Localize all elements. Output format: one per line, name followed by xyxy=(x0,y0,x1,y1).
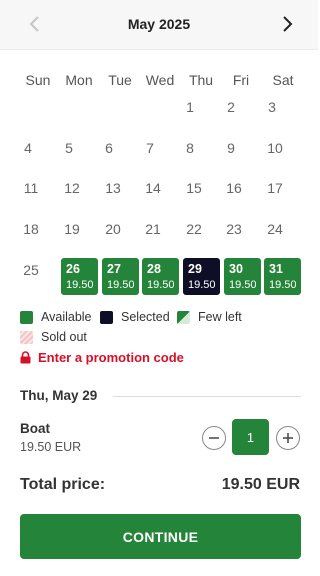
calendar-day: 3 xyxy=(268,99,276,115)
calendar-day: 15 xyxy=(186,180,202,196)
plus-icon xyxy=(283,433,293,443)
decrease-quantity-button[interactable] xyxy=(202,426,226,450)
legend-label: Few left xyxy=(198,310,242,324)
calendar-day: 4 xyxy=(24,140,32,156)
legend-selected: Selected xyxy=(100,310,170,324)
calendar-day-available[interactable]: 27 19.50 xyxy=(102,258,139,295)
calendar-day: 20 xyxy=(105,221,121,237)
total-price-label: Total price: xyxy=(20,476,106,493)
weekday-label: Wed xyxy=(145,72,175,88)
total-price-value: 19.50 EUR xyxy=(221,476,300,493)
minus-icon xyxy=(209,437,219,439)
legend-label: Available xyxy=(41,310,92,324)
calendar-day: 2 xyxy=(227,99,235,115)
sold-out-swatch xyxy=(20,330,33,344)
day-number: 31 xyxy=(269,262,283,276)
legend-sold-out: Sold out xyxy=(20,330,87,344)
weekday-label: Fri xyxy=(232,72,250,88)
promotion-code-link[interactable]: Enter a promotion code xyxy=(20,350,184,365)
weekday-label: Thu xyxy=(188,72,214,88)
calendar-day: 19 xyxy=(64,221,80,237)
selected-swatch xyxy=(100,310,113,324)
day-number: 28 xyxy=(147,262,161,276)
calendar-day: 5 xyxy=(65,140,73,156)
calendar-day-available[interactable]: 26 19.50 xyxy=(61,258,98,295)
calendar-day: 25 xyxy=(23,262,39,278)
weekday-label: Mon xyxy=(65,72,93,88)
ticket-price: 19.50 EUR xyxy=(20,440,82,454)
calendar-header: May 2025 xyxy=(0,0,318,50)
available-swatch xyxy=(20,310,33,324)
calendar-day: 18 xyxy=(23,221,39,237)
legend-available: Available xyxy=(20,310,92,324)
day-price: 19.50 xyxy=(188,279,216,291)
lock-icon xyxy=(20,351,31,364)
day-number: 29 xyxy=(188,262,202,276)
calendar-day: 6 xyxy=(105,140,113,156)
calendar-day: 23 xyxy=(226,221,242,237)
next-month-button[interactable] xyxy=(276,12,300,36)
day-number: 26 xyxy=(66,262,80,276)
chevron-right-icon xyxy=(283,16,293,32)
day-number: 27 xyxy=(107,262,121,276)
weekday-label: Sat xyxy=(272,72,294,88)
promotion-code-label: Enter a promotion code xyxy=(38,350,184,365)
weekday-label: Sun xyxy=(25,72,51,88)
day-price: 19.50 xyxy=(229,279,257,291)
quantity-value[interactable]: 1 xyxy=(232,419,269,455)
calendar-day-available[interactable]: 28 19.50 xyxy=(142,258,179,295)
calendar-day: 8 xyxy=(186,140,194,156)
calendar-day: 1 xyxy=(186,99,194,115)
calendar-day-available[interactable]: 31 19.50 xyxy=(264,258,301,295)
day-price: 19.50 xyxy=(269,279,297,291)
calendar-day: 22 xyxy=(186,221,202,237)
increase-quantity-button[interactable] xyxy=(276,426,300,450)
few-left-swatch xyxy=(177,310,190,324)
calendar-day: 10 xyxy=(267,140,283,156)
calendar-day: 12 xyxy=(64,180,80,196)
calendar-day: 11 xyxy=(23,180,39,196)
calendar-day: 24 xyxy=(267,221,283,237)
calendar-day: 7 xyxy=(146,140,154,156)
calendar-day-available[interactable]: 30 19.50 xyxy=(224,258,261,295)
legend-label: Sold out xyxy=(41,330,87,344)
month-title: May 2025 xyxy=(127,16,191,32)
calendar-day: 21 xyxy=(145,221,161,237)
ticket-name: Boat xyxy=(20,421,50,436)
calendar-day: 16 xyxy=(226,180,242,196)
day-number: 30 xyxy=(229,262,243,276)
calendar-day: 13 xyxy=(105,180,121,196)
calendar-day: 9 xyxy=(227,140,235,156)
selected-date-heading: Thu, May 29 xyxy=(20,388,98,403)
day-price: 19.50 xyxy=(147,279,175,291)
legend-few-left: Few left xyxy=(177,310,242,324)
weekday-label: Tue xyxy=(108,72,132,88)
calendar-day-selected[interactable]: 29 19.50 xyxy=(183,258,220,295)
calendar-day: 14 xyxy=(145,180,161,196)
calendar-day: 17 xyxy=(267,180,283,196)
continue-button[interactable]: CONTINUE xyxy=(20,514,301,559)
legend-label: Selected xyxy=(121,310,170,324)
day-price: 19.50 xyxy=(107,279,135,291)
divider xyxy=(113,396,301,397)
day-price: 19.50 xyxy=(66,279,94,291)
